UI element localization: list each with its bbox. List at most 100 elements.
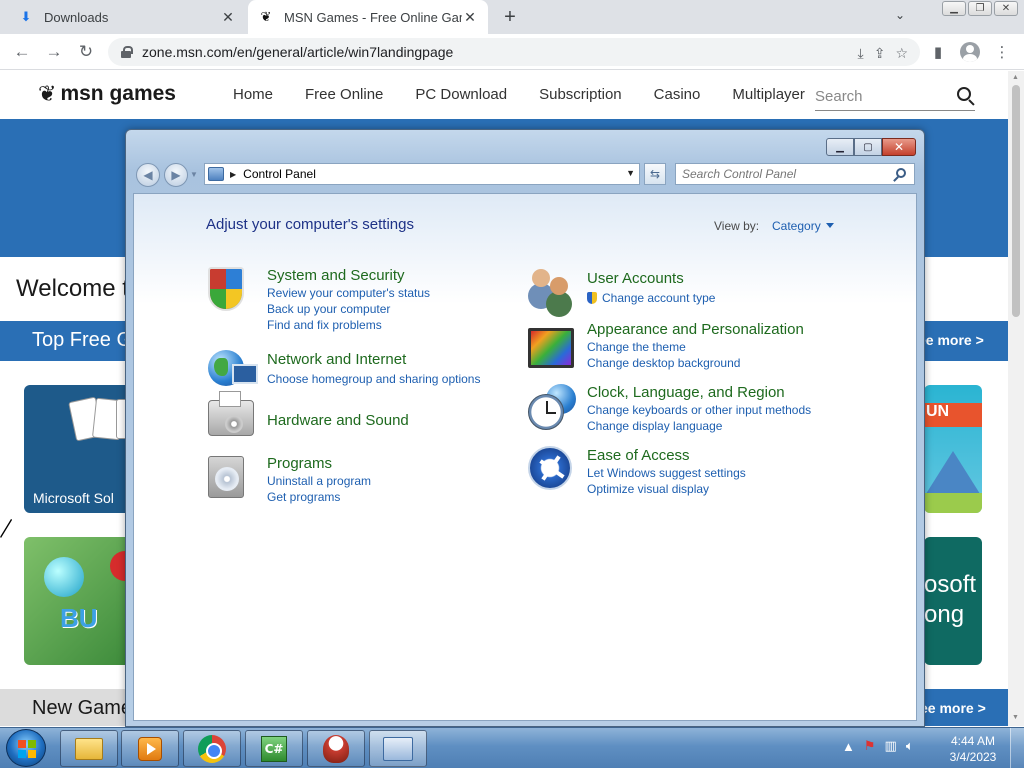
category-title[interactable]: Programs (267, 455, 371, 472)
tab-downloads[interactable]: ⬇ Downloads ✕ (8, 0, 246, 34)
link-change-keyboards[interactable]: Change keyboards or other input methods (587, 403, 811, 417)
chrome-icon (198, 734, 226, 763)
view-by-dropdown[interactable]: Category (772, 219, 834, 233)
link-suggest-settings[interactable]: Let Windows suggest settings (587, 466, 746, 480)
link-optimize-display[interactable]: Optimize visual display (587, 482, 746, 496)
address-dropdown-icon[interactable]: ▼ (626, 168, 635, 178)
link-homegroup[interactable]: Choose homegroup and sharing options (267, 372, 480, 386)
link-find-fix[interactable]: Find and fix problems (267, 318, 430, 332)
media-player-icon (138, 736, 162, 761)
link-uninstall[interactable]: Uninstall a program (267, 474, 371, 488)
network-icon[interactable]: ▥ (885, 738, 897, 754)
programs-icon[interactable] (208, 456, 244, 498)
cp-search-input[interactable] (676, 164, 886, 184)
link-get-programs[interactable]: Get programs (267, 490, 371, 504)
cp-address-bar[interactable]: ▶ Control Panel ▼ (204, 163, 640, 185)
see-more-link[interactable]: ee more > (918, 332, 984, 348)
page-scrollbar[interactable]: ▲ ▼ (1008, 71, 1024, 726)
scroll-up-icon[interactable]: ▲ (1012, 74, 1019, 81)
new-tab-button[interactable]: + (498, 5, 522, 29)
profile-avatar[interactable] (958, 40, 982, 64)
minimize-button[interactable]: ▁ (826, 138, 854, 156)
menu-kebab-icon[interactable]: ⋮ (990, 40, 1014, 64)
nav-subscription[interactable]: Subscription (539, 86, 622, 103)
taskbar-media-player[interactable] (121, 730, 179, 767)
start-button[interactable] (6, 729, 46, 767)
show-hidden-icons-icon[interactable]: ▲ (842, 739, 855, 754)
refresh-button[interactable]: ⇆ (644, 163, 666, 185)
game-tile-mahjong[interactable]: osoft ong (924, 537, 982, 665)
close-icon[interactable]: ✕ (220, 9, 236, 25)
taskbar-chrome[interactable] (183, 730, 241, 767)
breadcrumb-control-panel[interactable]: Control Panel (243, 167, 316, 181)
action-center-flag-icon[interactable]: ⚑ (864, 738, 876, 754)
taskbar-game[interactable] (307, 730, 365, 767)
scroll-down-icon[interactable]: ▼ (1012, 714, 1019, 721)
volume-icon[interactable]: 🔈︎ (906, 738, 914, 754)
printer-icon[interactable] (208, 391, 254, 436)
taskbar-control-panel[interactable] (369, 730, 427, 767)
back-arrow-icon[interactable]: ← (10, 40, 34, 64)
nav-free-online[interactable]: Free Online (305, 86, 383, 103)
category-title[interactable]: Clock, Language, and Region (587, 384, 811, 401)
window-controls: ▁ ▢ ✕ (826, 138, 916, 156)
forward-button[interactable]: ▶ (164, 163, 188, 187)
see-more-link[interactable]: ee more > (918, 689, 1008, 726)
game-tile-solitaire[interactable]: Microsoft Sol (24, 385, 134, 513)
scrollbar-thumb[interactable] (1012, 85, 1020, 317)
nav-home[interactable]: Home (233, 86, 273, 103)
game-tile-fun[interactable]: UN (924, 385, 982, 513)
link-review-status[interactable]: Review your computer's status (267, 286, 430, 300)
clock-date: 3/4/2023 (949, 750, 997, 764)
close-icon[interactable]: ✕ (462, 9, 478, 25)
maximize-button[interactable]: ▢ (854, 138, 882, 156)
category-title[interactable]: System and Security (267, 267, 430, 284)
clock-globe-icon[interactable] (528, 384, 576, 432)
taskbar-file-explorer[interactable] (60, 730, 118, 767)
forward-arrow-icon[interactable]: → (42, 40, 66, 64)
link-desktop-background[interactable]: Change desktop background (587, 356, 804, 370)
search-icon[interactable] (896, 168, 906, 178)
search-icon[interactable] (957, 87, 971, 101)
back-button[interactable]: ◀ (136, 163, 160, 187)
category-title[interactable]: User Accounts (587, 270, 715, 287)
taskbar-csharp[interactable]: C# (245, 730, 303, 767)
install-icon[interactable]: ⤓ (858, 45, 864, 62)
recent-pages-chevron-icon[interactable]: ▼ (190, 170, 198, 179)
ease-of-access-icon[interactable] (528, 446, 572, 490)
category-title[interactable]: Network and Internet (267, 351, 480, 368)
minimize-button[interactable]: ▁ (942, 1, 966, 16)
link-backup[interactable]: Back up your computer (267, 302, 430, 316)
msn-search-input[interactable] (815, 88, 945, 105)
nav-multiplayer[interactable]: Multiplayer (732, 86, 805, 103)
users-icon[interactable] (528, 267, 576, 311)
link-display-language[interactable]: Change display language (587, 419, 811, 433)
breadcrumb-arrow-icon[interactable]: ▶ (230, 170, 236, 179)
close-button[interactable]: ✕ (882, 138, 916, 156)
msn-search (815, 83, 975, 111)
close-button[interactable]: ✕ (994, 1, 1018, 16)
link-change-account-type[interactable]: Change account type (587, 291, 715, 305)
category-title[interactable]: Hardware and Sound (267, 412, 409, 429)
lock-icon[interactable] (120, 46, 133, 58)
game-tile-bubble[interactable]: BU (24, 537, 134, 665)
nav-casino[interactable]: Casino (654, 86, 701, 103)
network-globe-icon[interactable] (208, 350, 258, 386)
side-panel-icon[interactable]: ▮ (926, 40, 950, 64)
category-title[interactable]: Appearance and Personalization (587, 321, 804, 338)
nav-pc-download[interactable]: PC Download (415, 86, 507, 103)
show-desktop-button[interactable] (1010, 728, 1024, 768)
tab-search-chevron-icon[interactable]: ⌄ (895, 8, 905, 22)
reload-icon[interactable]: ↻ (74, 40, 98, 64)
msn-logo[interactable]: ❦ msn games (38, 81, 176, 107)
category-title[interactable]: Ease of Access (587, 447, 746, 464)
shield-icon[interactable] (208, 267, 244, 311)
appearance-icon[interactable] (528, 328, 574, 368)
share-icon[interactable]: ⇪ (874, 45, 886, 62)
tab-msn-games[interactable]: ❦ MSN Games - Free Online Games ✕ (248, 0, 488, 34)
taskbar-clock[interactable]: 4:44 AM 3/4/2023 (944, 733, 1002, 765)
link-change-theme[interactable]: Change the theme (587, 340, 804, 354)
bookmark-star-icon[interactable]: ☆ (895, 45, 908, 62)
address-bar[interactable]: zone.msn.com/en/general/article/win7land… (108, 38, 920, 66)
restore-button[interactable]: ❐ (968, 1, 992, 16)
